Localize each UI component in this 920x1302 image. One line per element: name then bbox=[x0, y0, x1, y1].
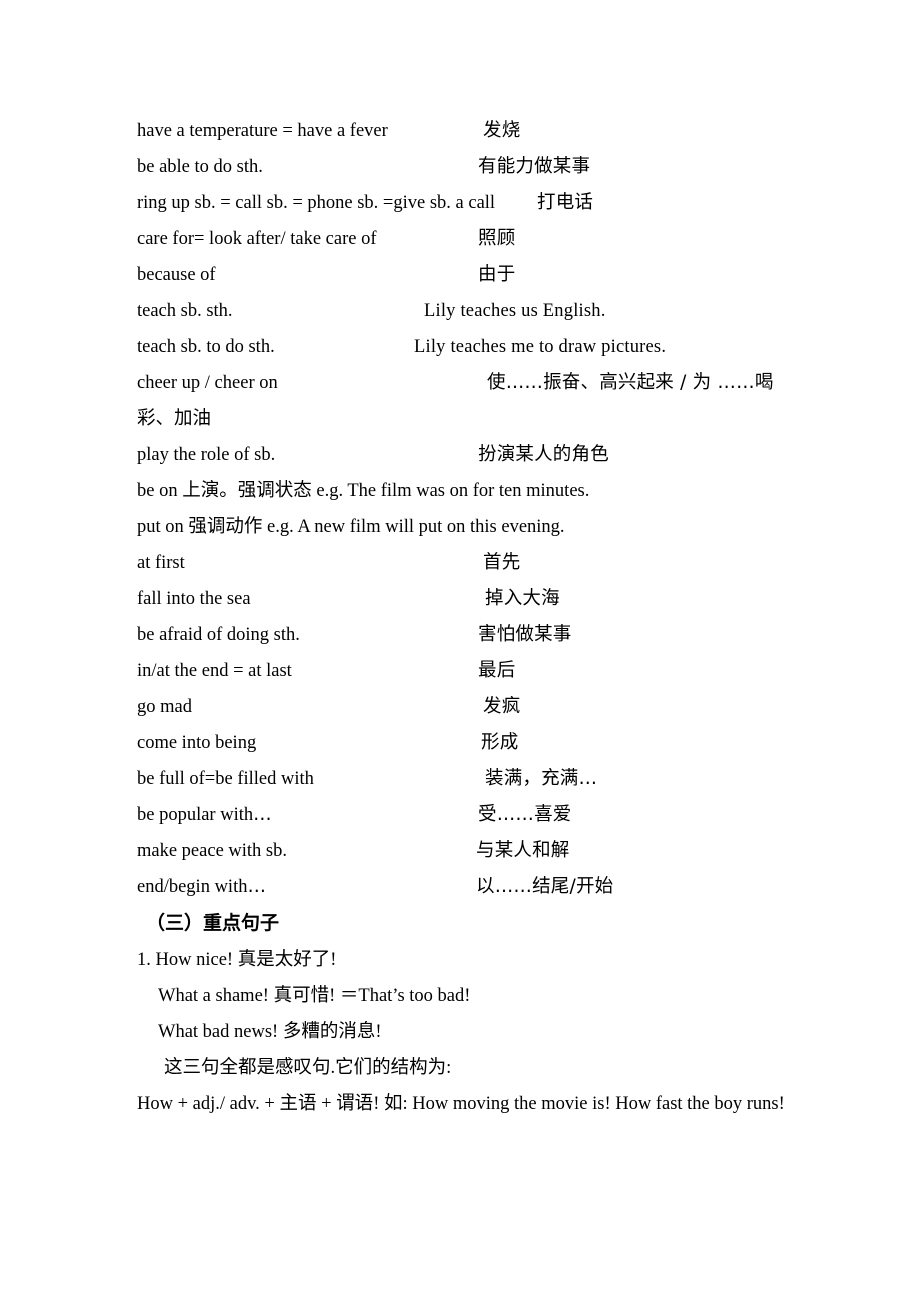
phrase-row: fall into the sea 掉入大海 bbox=[137, 581, 787, 617]
phrase-english: come into being bbox=[137, 733, 257, 753]
phrase-english: cheer up / cheer on bbox=[137, 373, 278, 393]
phrase-translation: 发烧 bbox=[483, 120, 521, 141]
phrase-row: put on 强调动作 e.g. A new film will put on … bbox=[137, 509, 787, 545]
phrase-english: teach sb. to do sth. bbox=[137, 337, 275, 357]
phrase-english: be afraid of doing sth. bbox=[137, 625, 300, 645]
phrase-row: teach sb. to do sth. Lily teaches me to d… bbox=[137, 329, 787, 365]
phrase-row: care for= look after/ take care of 照顾 bbox=[137, 221, 787, 257]
phrase-translation: 害怕做某事 bbox=[478, 624, 572, 645]
phrase-english: make peace with sb. bbox=[137, 841, 287, 861]
phrase-english: play the role of sb. bbox=[137, 445, 276, 465]
phrase-translation: 装满，充满… bbox=[485, 768, 598, 789]
phrase-example: Lily teaches us English. bbox=[424, 301, 606, 321]
phrase-english: teach sb. sth. bbox=[137, 301, 233, 321]
phrase-english: end/begin with… bbox=[137, 876, 266, 897]
phrase-translation: 最后 bbox=[478, 660, 516, 681]
phrase-translation: 以……结尾/开始 bbox=[476, 876, 614, 897]
sentence-line: 这三句全都是感叹句.它们的结构为: bbox=[164, 1057, 452, 1078]
phrase-row: be on 上演。强调状态 e.g. The film was on for t… bbox=[137, 473, 787, 509]
phrase-translation: 打电话 bbox=[537, 192, 594, 213]
phrase-english: at first bbox=[137, 553, 185, 573]
phrase-translation: 有能力做某事 bbox=[478, 156, 591, 177]
phrase-english: fall into the sea bbox=[137, 589, 251, 609]
section-heading: （三）重点句子 bbox=[146, 912, 280, 934]
phrase-english: in/at the end = at last bbox=[137, 661, 292, 681]
phrase-row: be popular with… 受……喜爱 bbox=[137, 797, 787, 833]
phrase-row: have a temperature = have a fever 发烧 bbox=[137, 113, 787, 149]
phrase-english: be popular with… bbox=[137, 804, 272, 825]
phrase-translation-continuation: 彩、加油 bbox=[137, 408, 212, 429]
phrase-english: be able to do sth. bbox=[137, 157, 263, 177]
phrase-row: at first 首先 bbox=[137, 545, 787, 581]
phrase-english: ring up sb. = call sb. = phone sb. =give… bbox=[137, 193, 496, 213]
phrase-row: cheer up / cheer on 使……振奋、高兴起来 / 为 ……喝 bbox=[137, 365, 787, 401]
phrase-row: end/begin with… 以……结尾/开始 bbox=[137, 869, 787, 905]
sentence-line: 1. How nice! 真是太好了! bbox=[137, 949, 337, 970]
phrase-translation: 与某人和解 bbox=[476, 840, 570, 861]
phrase-row: come into being 形成 bbox=[137, 725, 787, 761]
phrase-english: have a temperature = have a fever bbox=[137, 121, 388, 141]
phrase-translation: 首先 bbox=[483, 552, 521, 573]
document-content: have a temperature = have a fever 发烧 be ab… bbox=[137, 113, 787, 1122]
phrase-translation: 受……喜爱 bbox=[478, 804, 572, 825]
phrase-english: be on 上演。强调状态 e.g. The film was on for t… bbox=[137, 480, 590, 501]
phrase-row: make peace with sb. 与某人和解 bbox=[137, 833, 787, 869]
sentence-list: 1. How nice! 真是太好了! What a shame! 真可惜! ＝T… bbox=[137, 942, 787, 1086]
phrase-row: be afraid of doing sth. 害怕做某事 bbox=[137, 617, 787, 653]
phrase-english: care for= look after/ take care of bbox=[137, 229, 377, 249]
sentence-line: What bad news! 多糟的消息! bbox=[158, 1021, 382, 1042]
phrase-example: Lily teaches me to draw pictures. bbox=[414, 337, 667, 357]
phrase-translation: 由于 bbox=[478, 264, 516, 285]
phrase-translation: 发疯 bbox=[483, 696, 521, 717]
phrase-row: teach sb. sth. Lily teaches us English. bbox=[137, 293, 787, 329]
phrase-row: go mad 发疯 bbox=[137, 689, 787, 725]
phrase-row: be able to do sth. 有能力做某事 bbox=[137, 149, 787, 185]
document-page: have a temperature = have a fever 发烧 be ab… bbox=[0, 0, 920, 1302]
phrase-english: put on 强调动作 e.g. A new film will put on … bbox=[137, 516, 565, 537]
phrase-english: go mad bbox=[137, 697, 192, 717]
sentence-line: What a shame! 真可惜! ＝That’s too bad! bbox=[158, 985, 471, 1006]
phrase-row: in/at the end = at last 最后 bbox=[137, 653, 787, 689]
phrase-row: ring up sb. = call sb. = phone sb. =give… bbox=[137, 185, 787, 221]
phrase-translation: 使……振奋、高兴起来 / 为 ……喝 bbox=[487, 372, 774, 393]
structure-explanation: How + adj./ adv. + 主语 + 谓语! 如: How movin… bbox=[137, 1093, 785, 1114]
phrase-translation: 扮演某人的角色 bbox=[478, 444, 609, 465]
phrase-translation: 照顾 bbox=[478, 228, 516, 249]
phrase-row: because of 由于 bbox=[137, 257, 787, 293]
phrase-translation: 掉入大海 bbox=[485, 588, 560, 609]
phrase-translation: 形成 bbox=[481, 732, 519, 753]
phrase-english: be full of=be filled with bbox=[137, 769, 314, 789]
phrase-english: because of bbox=[137, 265, 216, 285]
phrase-row: play the role of sb. 扮演某人的角色 bbox=[137, 437, 787, 473]
phrase-table: have a temperature = have a fever 发烧 be ab… bbox=[137, 113, 787, 905]
phrase-row: be full of=be filled with 装满，充满… bbox=[137, 761, 787, 797]
